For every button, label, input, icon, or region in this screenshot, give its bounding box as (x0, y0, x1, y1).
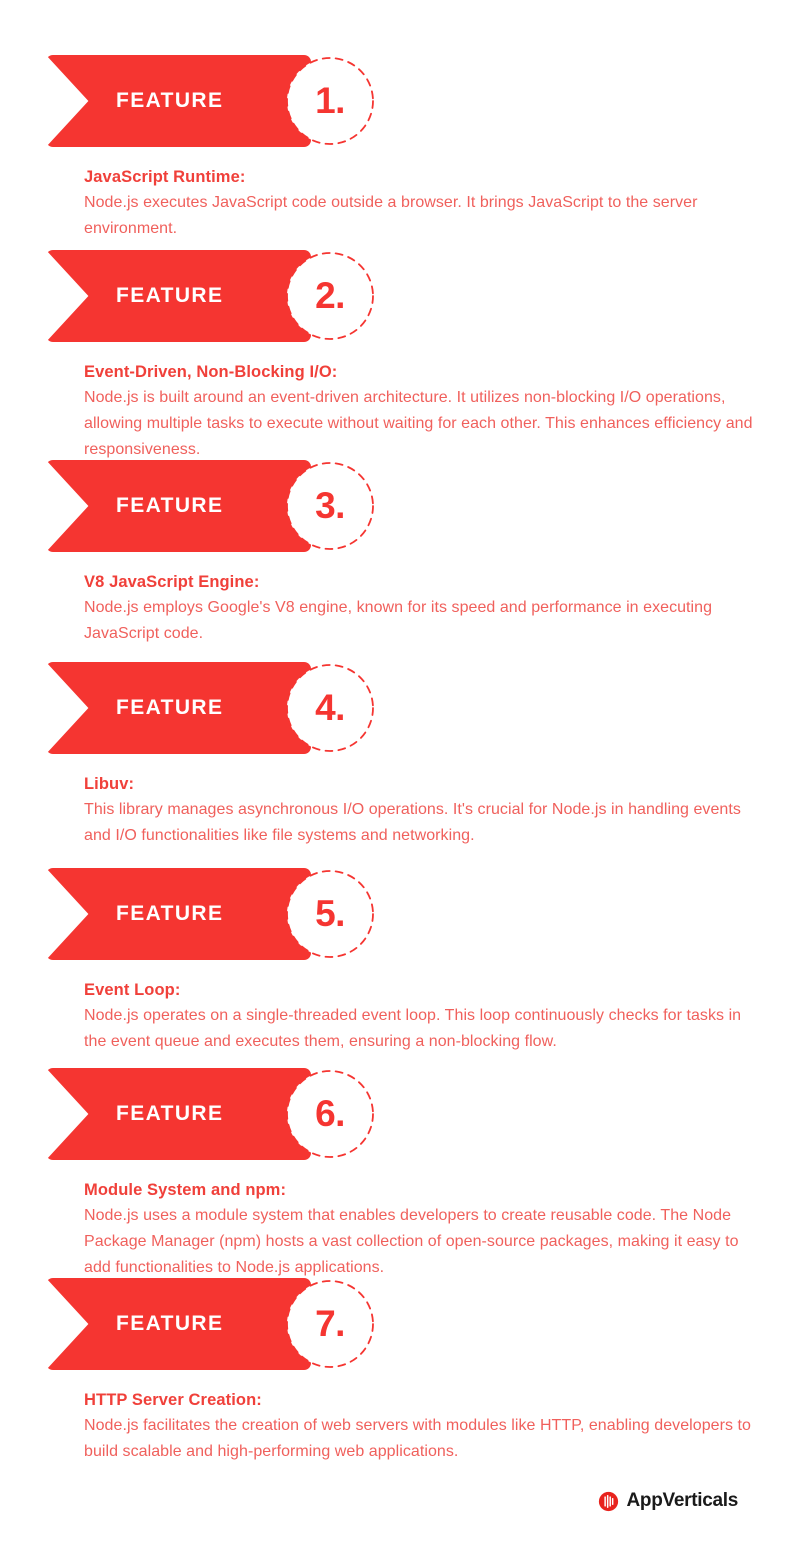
feature-number-badge: 3. (285, 461, 375, 551)
feature-number-badge: 1. (285, 56, 375, 146)
feature-block: FEATURE 3. V8 JavaScript Engine: Node.js em… (0, 460, 800, 647)
feature-block: FEATURE 7. HTTP Server Creation: Node.js fa… (0, 1278, 800, 1465)
appverticals-logo-icon (598, 1491, 619, 1512)
feature-banner: FEATURE 6. (46, 1068, 376, 1160)
feature-number-badge: 7. (285, 1279, 375, 1369)
feature-block: FEATURE 4. Libuv: This library manages asyn… (0, 662, 800, 849)
feature-badge-label: FEATURE (116, 696, 224, 719)
feature-title: Event Loop: (84, 981, 181, 999)
feature-number: 4. (315, 687, 345, 728)
feature-text-block: Event-Driven, Non-Blocking I/O: Node.js i… (84, 342, 756, 463)
feature-number-badge: 5. (285, 869, 375, 959)
brand-name: AppVerticals (626, 1490, 738, 1511)
feature-description: Node.js uses a module system that enable… (84, 1207, 739, 1276)
feature-number: 6. (315, 1093, 345, 1134)
feature-number-badge: 6. (285, 1069, 375, 1159)
feature-number: 7. (315, 1303, 345, 1344)
feature-description: Node.js executes JavaScript code outside… (84, 194, 698, 237)
feature-badge-label: FEATURE (116, 902, 224, 925)
feature-description: Node.js facilitates the creation of web … (84, 1417, 751, 1460)
feature-block: FEATURE 1. JavaScript Runtime: Node.js exec… (0, 55, 800, 242)
feature-number: 1. (315, 80, 345, 121)
feature-description: Node.js employs Google's V8 engine, know… (84, 599, 713, 642)
feature-number-badge: 4. (285, 663, 375, 753)
feature-banner: FEATURE 5. (46, 868, 376, 960)
footer-branding: AppVerticals (598, 1490, 738, 1512)
feature-banner: FEATURE 1. (46, 55, 376, 147)
feature-description: Node.js operates on a single-threaded ev… (84, 1007, 742, 1050)
feature-description: This library manages asynchronous I/O op… (84, 801, 741, 844)
feature-banner: FEATURE 2. (46, 250, 376, 342)
feature-badge-label: FEATURE (116, 89, 224, 112)
feature-description: Node.js is built around an event-driven … (84, 389, 753, 458)
feature-text-block: V8 JavaScript Engine: Node.js employs Goo… (84, 552, 756, 647)
feature-banner: FEATURE 7. (46, 1278, 376, 1370)
feature-block: FEATURE 6. Module System and npm: Node.js u… (0, 1068, 800, 1281)
feature-title: Libuv: (84, 775, 135, 793)
feature-title: JavaScript Runtime: (84, 168, 246, 186)
feature-title: V8 JavaScript Engine: (84, 573, 260, 591)
feature-title: Module System and npm: (84, 1181, 287, 1199)
feature-number: 5. (315, 893, 345, 934)
feature-badge-label: FEATURE (116, 1102, 224, 1125)
feature-text-block: Event Loop: Node.js operates on a single-… (84, 960, 756, 1055)
feature-badge-label: FEATURE (116, 284, 224, 307)
feature-block: FEATURE 5. Event Loop: Node.js operates on … (0, 868, 800, 1055)
feature-banner: FEATURE 3. (46, 460, 376, 552)
feature-text-block: JavaScript Runtime: Node.js executes Java… (84, 147, 756, 242)
infographic-page: FEATURE 1. JavaScript Runtime: Node.js exec… (0, 0, 800, 1560)
feature-title: Event-Driven, Non-Blocking I/O: (84, 363, 338, 381)
feature-text-block: Module System and npm: Node.js uses a mod… (84, 1160, 756, 1281)
feature-badge-label: FEATURE (116, 494, 224, 517)
feature-number: 3. (315, 485, 345, 526)
feature-badge-label: FEATURE (116, 1312, 224, 1335)
feature-title: HTTP Server Creation: (84, 1391, 262, 1409)
feature-text-block: HTTP Server Creation: Node.js facilitates… (84, 1370, 756, 1465)
feature-block: FEATURE 2. Event-Driven, Non-Blocking I/O:… (0, 250, 800, 463)
feature-number-badge: 2. (285, 251, 375, 341)
feature-banner: FEATURE 4. (46, 662, 376, 754)
feature-text-block: Libuv: This library manages asynchronous … (84, 754, 756, 849)
feature-number: 2. (315, 275, 345, 316)
